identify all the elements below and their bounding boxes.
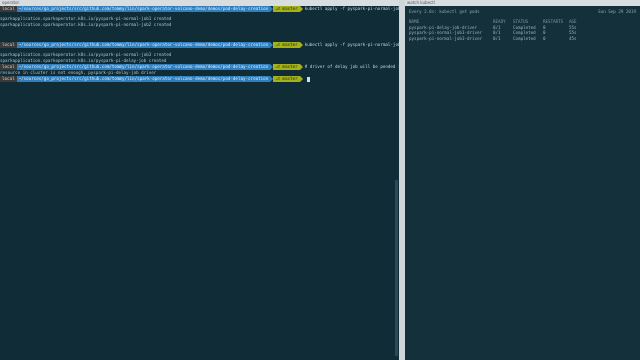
table-cell: pyspark-pi-normal-job3-driver bbox=[409, 35, 483, 41]
output-text: resource in cluster is not enough, pyspa… bbox=[0, 70, 157, 75]
command-text: # driver of delay job will be pended if bbox=[304, 64, 399, 69]
prompt-line: local ~/sources/go_projects/src/github.co… bbox=[0, 76, 310, 82]
git-branch-segment: ⎇ master bbox=[273, 64, 300, 70]
prompt-user-segment: local bbox=[0, 42, 17, 48]
prompt-path-segment: ~/sources/go_projects/src/github.com/tom… bbox=[16, 76, 271, 82]
output-text: sparkapplication.sparkoperator.k8s.io/py… bbox=[0, 58, 167, 63]
command-text bbox=[303, 76, 305, 81]
terminal-cursor bbox=[306, 76, 310, 82]
prompt-line: local ~/sources/go_projects/src/github.co… bbox=[0, 6, 399, 12]
table-cell: 0/1 bbox=[493, 35, 501, 41]
command-text: kubectl apply -f pyspark-pi-normal-job.y… bbox=[304, 42, 399, 47]
output-text: sparkapplication.sparkoperator.k8s.io/py… bbox=[0, 16, 172, 21]
watch-clock: Sun Sep 29 2019 bbox=[598, 9, 636, 14]
left-terminal-scrollbar[interactable] bbox=[395, 180, 398, 356]
output-line: sparkapplication.sparkoperator.k8s.io/py… bbox=[0, 22, 171, 28]
output-text: sparkapplication.sparkoperator.k8s.io/py… bbox=[0, 52, 172, 57]
pods-table: NAME READY STATUS RESTARTS AGE pyspark-pi-del… bbox=[409, 19, 636, 41]
table-cell: 0 bbox=[543, 35, 546, 41]
prompt-path-segment: ~/sources/go_projects/src/github.com/tom… bbox=[16, 42, 271, 48]
git-branch-segment: ⎇ master bbox=[273, 76, 300, 82]
prompt-path-segment: ~/sources/go_projects/src/github.com/tom… bbox=[16, 6, 271, 12]
prompt-line: local ~/sources/go_projects/src/github.co… bbox=[0, 42, 399, 48]
watch-command: Every 2.0s: kubectl get pods bbox=[409, 9, 480, 14]
right-terminal-titlebar: watch kubectl bbox=[405, 0, 640, 6]
left-terminal-output[interactable]: local ~/sources/go_projects/src/github.co… bbox=[0, 6, 399, 360]
git-branch-segment: ⎇ master bbox=[273, 42, 300, 48]
left-terminal-pane[interactable]: operator local ~/sources/go_projects/src/… bbox=[0, 0, 399, 360]
prompt-user-segment: local bbox=[0, 76, 17, 82]
table-cell: Completed bbox=[513, 35, 536, 41]
command-text: kubectl apply -f pyspark-pi-normal-job.y… bbox=[304, 6, 399, 11]
prompt-user-segment: local bbox=[0, 6, 17, 12]
right-terminal-pane[interactable]: watch kubectl Every 2.0s: kubectl get po… bbox=[405, 0, 640, 360]
watch-header: Every 2.0s: kubectl get pods Sun Sep 29 … bbox=[409, 9, 636, 15]
table-row: pyspark-pi-normal-job3-driver 0/1 Complete… bbox=[409, 36, 636, 42]
output-text: sparkapplication.sparkoperator.k8s.io/py… bbox=[0, 22, 172, 27]
table-cell: 45s bbox=[569, 35, 577, 41]
git-branch-segment: ⎇ master bbox=[273, 6, 300, 12]
